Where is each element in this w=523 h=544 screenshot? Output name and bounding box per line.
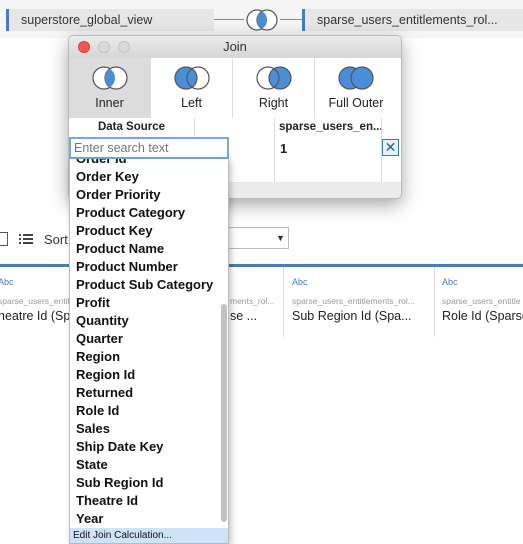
field-item-order-key[interactable]: Order Key: [70, 168, 220, 186]
right-table-name: sparse_users_entitlements_rol...: [317, 13, 498, 27]
grid-column-header[interactable]: ments_rol... se ...: [230, 270, 280, 323]
field-dropdown-list: Order Id Order Key Order Priority Produc…: [69, 159, 229, 544]
join-type-label: Left: [181, 96, 202, 110]
field-item-quantity[interactable]: Quantity: [70, 312, 220, 330]
field-item-product-name[interactable]: Product Name: [70, 240, 220, 258]
grid-column-header[interactable]: Abc sparse_users_entitlements_rol... Sub…: [292, 270, 432, 323]
join-connector-left: [214, 19, 244, 20]
left-join-icon: [174, 66, 210, 90]
column-source: ments_rol...: [230, 296, 275, 306]
dialog-titlebar[interactable]: Join: [69, 36, 401, 59]
string-type-icon: [230, 276, 280, 288]
join-bar: superstore_global_view sparse_users_enti…: [0, 0, 523, 38]
grid-view-icon[interactable]: [0, 232, 8, 246]
left-table-pill[interactable]: superstore_global_view: [6, 9, 214, 31]
inner-join-venn-icon[interactable]: [244, 6, 280, 34]
join-type-label: Full Outer: [328, 96, 384, 110]
join-clause-header: Data Source sparse_users_en...: [69, 118, 401, 137]
field-item-quarter[interactable]: Quarter: [70, 330, 220, 348]
join-type-selector: Inner Left Right Full Outer: [69, 58, 401, 119]
field-list-items: Order Id Order Key Order Priority Produc…: [70, 159, 220, 528]
field-item-year[interactable]: Year: [70, 510, 220, 528]
field-item-order-id[interactable]: Order Id: [70, 159, 220, 168]
right-clause-value[interactable]: 1: [280, 141, 287, 156]
chevron-down-icon[interactable]: ▼: [276, 233, 285, 243]
field-item-product-number[interactable]: Product Number: [70, 258, 220, 276]
join-type-left[interactable]: Left: [151, 58, 233, 118]
grid-column-header[interactable]: Abc sparse_users_entitle Role Id (Sparse: [442, 270, 523, 323]
join-type-label: Inner: [95, 96, 124, 110]
field-item-returned[interactable]: Returned: [70, 384, 220, 402]
field-item-profit[interactable]: Profit: [70, 294, 220, 312]
column-name: Role Id (Sparse: [442, 309, 523, 323]
column-name: Sub Region Id (Spa...: [292, 309, 412, 323]
join-connector-right: [280, 19, 302, 20]
field-item-state[interactable]: State: [70, 456, 220, 474]
left-column-header: Data Source: [97, 121, 166, 133]
column-name: se ...: [230, 309, 258, 323]
full-outer-join-icon: [338, 66, 374, 90]
right-join-icon: [256, 66, 292, 90]
field-item-region-id[interactable]: Region Id: [70, 366, 220, 384]
string-type-icon: Abc: [442, 277, 458, 287]
field-item-region[interactable]: Region: [70, 348, 220, 366]
string-type-icon: Abc: [292, 277, 308, 287]
column-divider: [283, 267, 284, 337]
join-type-right[interactable]: Right: [233, 58, 315, 118]
field-item-ship-date-key[interactable]: Ship Date Key: [70, 438, 220, 456]
field-item-product-sub-category[interactable]: Product Sub Category: [70, 276, 220, 294]
list-view-icon[interactable]: [19, 233, 33, 245]
field-item-sales[interactable]: Sales: [70, 420, 220, 438]
inner-join-icon: [92, 66, 128, 90]
column-divider: [274, 118, 275, 182]
join-type-label: Right: [258, 96, 289, 110]
field-item-sub-region-id[interactable]: Sub Region Id: [70, 474, 220, 492]
field-item-role-id[interactable]: Role Id: [70, 402, 220, 420]
column-source: sparse_users_entitle: [442, 296, 521, 306]
join-type-inner[interactable]: Inner: [69, 58, 151, 118]
join-type-full-outer[interactable]: Full Outer: [315, 58, 397, 118]
list-scrollbar[interactable]: [221, 304, 227, 522]
sort-label: Sort: [44, 232, 68, 247]
dialog-title: Join: [223, 39, 247, 54]
column-divider: [434, 267, 435, 337]
field-search-input[interactable]: [69, 137, 229, 159]
right-table-pill[interactable]: sparse_users_entitlements_rol...: [302, 9, 523, 31]
field-item-product-category[interactable]: Product Category: [70, 204, 220, 222]
field-item-product-key[interactable]: Product Key: [70, 222, 220, 240]
field-item-order-priority[interactable]: Order Priority: [70, 186, 220, 204]
field-item-theatre-id[interactable]: Theatre Id: [70, 492, 220, 510]
edit-join-calculation-item[interactable]: Edit Join Calculation...: [70, 528, 228, 543]
right-column-header: sparse_users_en...: [279, 121, 383, 133]
remove-clause-x-icon[interactable]: ✕: [382, 139, 399, 156]
left-table-name: superstore_global_view: [21, 13, 153, 27]
column-source: sparse_users_entitlements_rol...: [292, 296, 415, 306]
